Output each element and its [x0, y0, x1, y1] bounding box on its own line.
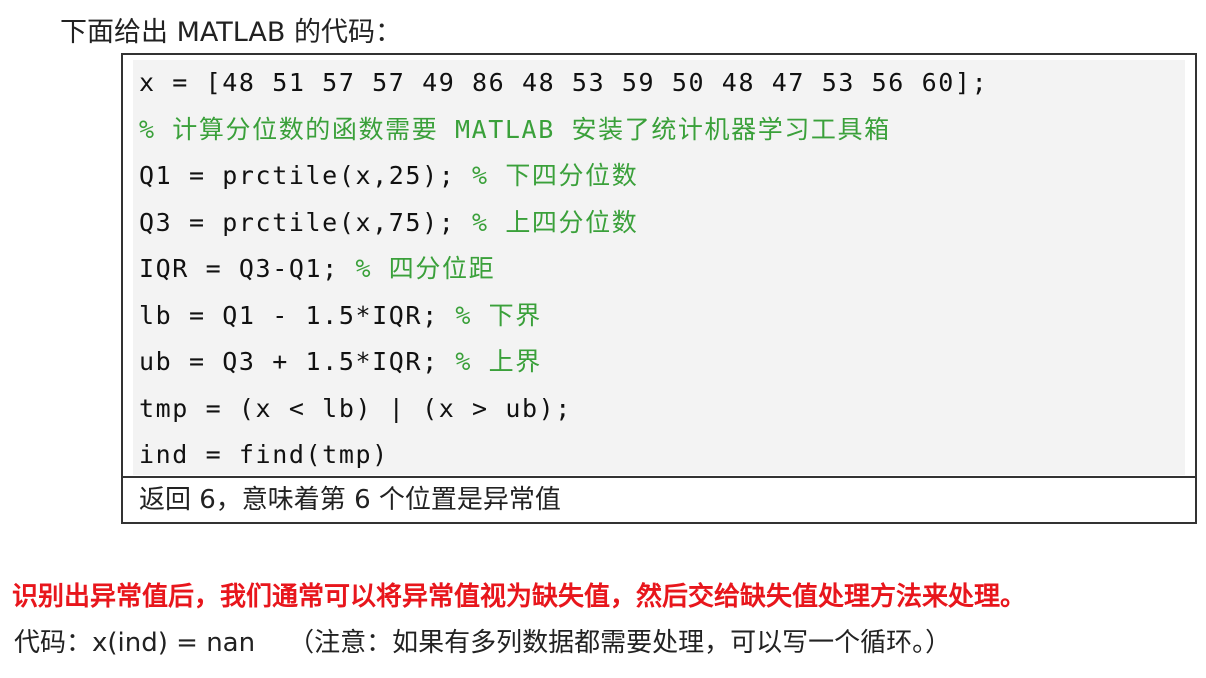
code-text: ind = find(tmp) [139, 440, 389, 469]
code-text: x = [48 51 57 57 49 86 48 53 59 50 48 47… [139, 68, 989, 97]
code-text: IQR = Q3-Q1; [139, 254, 356, 283]
code-line: ub = Q3 + 1.5*IQR; % 上界 [133, 339, 1185, 386]
intro-text: 下面给出 MATLAB 的代码： [60, 17, 402, 48]
code-text: Q3 = prctile(x,75); [139, 207, 473, 237]
code-comment: % 四分位距 [355, 254, 496, 283]
code-text: lb = Q1 - 1.5*IQR; [139, 300, 456, 330]
code-line: x = [48 51 57 57 49 86 48 53 59 50 48 47… [133, 60, 1185, 107]
code-line: lb = Q1 - 1.5*IQR; % 下界 [133, 293, 1185, 340]
code-text: ub = Q3 + 1.5*IQR; [139, 347, 456, 376]
code-line: IQR = Q3-Q1; % 四分位距 [133, 246, 1185, 293]
code-line: % 计算分位数的函数需要 MATLAB 安装了统计机器学习工具箱 [133, 107, 1185, 154]
code-block: x = [48 51 57 57 49 86 48 53 59 50 48 47… [121, 53, 1197, 524]
code-area: x = [48 51 57 57 49 86 48 53 59 50 48 47… [133, 60, 1185, 475]
code-line: tmp = (x < lb) | (x > ub); [133, 386, 1185, 433]
code-comment: % 下四分位数 [472, 161, 639, 190]
code-text: Q1 = prctile(x,25); [139, 161, 473, 190]
code-comment: % 上四分位数 [472, 207, 639, 237]
code-line: Q1 = prctile(x,25); % 下四分位数 [133, 153, 1185, 200]
code-text: tmp = (x < lb) | (x > ub); [139, 393, 572, 423]
highlight-text: 识别出异常值后，我们通常可以将异常值视为缺失值，然后交给缺失值处理方法来处理。 [12, 582, 1027, 612]
result-text: 返回 6，意味着第 6 个位置是异常值 [123, 476, 1195, 522]
code-comment: % 计算分位数的函数需要 MATLAB 安装了统计机器学习工具箱 [139, 114, 891, 144]
code-comment: % 上界 [455, 347, 542, 376]
code-line: Q3 = prctile(x,75); % 上四分位数 [133, 200, 1185, 247]
code-line: ind = find(tmp) [133, 432, 1185, 479]
code-comment: % 下界 [455, 300, 542, 330]
footer-text: 代码：x(ind) = nan （注意：如果有多列数据都需要处理，可以写一个循环… [14, 628, 952, 658]
